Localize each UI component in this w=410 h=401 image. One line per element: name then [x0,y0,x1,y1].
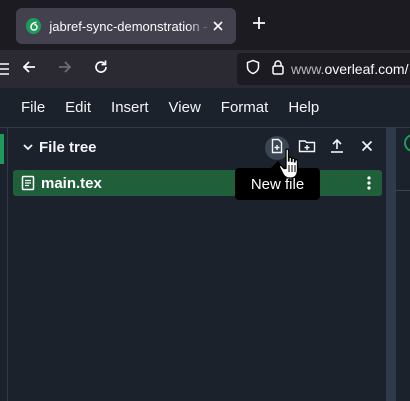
sidebar-toggle-button[interactable] [0,56,16,82]
upload-icon [329,138,345,159]
plus-icon [251,15,267,36]
reload-icon [93,59,109,80]
file-icon [20,175,36,191]
menu-help[interactable]: Help [288,99,319,116]
panel-resize-handle[interactable] [386,128,396,401]
upload-button[interactable] [325,136,349,160]
overleaf-favicon-icon [26,18,42,34]
menu-insert[interactable]: Insert [111,99,149,116]
menu-view[interactable]: View [169,99,201,116]
forward-arrow-icon [57,59,73,80]
menu-file[interactable]: File [21,99,45,116]
menu-format[interactable]: Format [221,99,269,116]
reload-button[interactable] [88,56,114,82]
file-tree-panel [9,128,386,401]
chevron-down-icon[interactable] [21,140,35,154]
shield-icon[interactable] [245,59,261,80]
close-file-tree-button[interactable] [355,136,379,160]
rail-active-indicator [0,134,4,164]
browser-tab[interactable]: jabref-sync-demonstration - Ov [16,8,236,44]
new-tab-button[interactable] [248,14,270,36]
url-bar[interactable]: www.overleaf.com/ [237,53,410,85]
close-icon[interactable] [211,18,226,34]
url-prefix: www. [291,61,325,77]
menu-bar: File Edit Insert View Format Help [0,88,410,128]
editor-panel [396,128,410,401]
back-button[interactable] [16,56,42,82]
forward-button[interactable] [52,56,78,82]
kebab-menu-icon[interactable] [362,173,376,193]
divider [396,190,410,191]
lock-icon[interactable] [271,59,285,80]
hand-cursor-icon [278,148,299,179]
url-text: www.overleaf.com/ [291,61,409,77]
file-tree-title[interactable]: File tree [39,139,97,156]
file-name: main.tex [41,174,102,192]
browser-nav-bar: www.overleaf.com/ [0,50,410,88]
file-tree-item-main-tex[interactable]: main.tex [13,170,382,196]
back-arrow-icon [21,59,37,80]
left-rail [0,128,8,401]
tab-title: jabref-sync-demonstration - Ov [49,18,211,34]
menu-edit[interactable]: Edit [65,99,91,116]
url-host: overleaf.com/ [324,61,409,77]
close-icon [361,139,373,157]
